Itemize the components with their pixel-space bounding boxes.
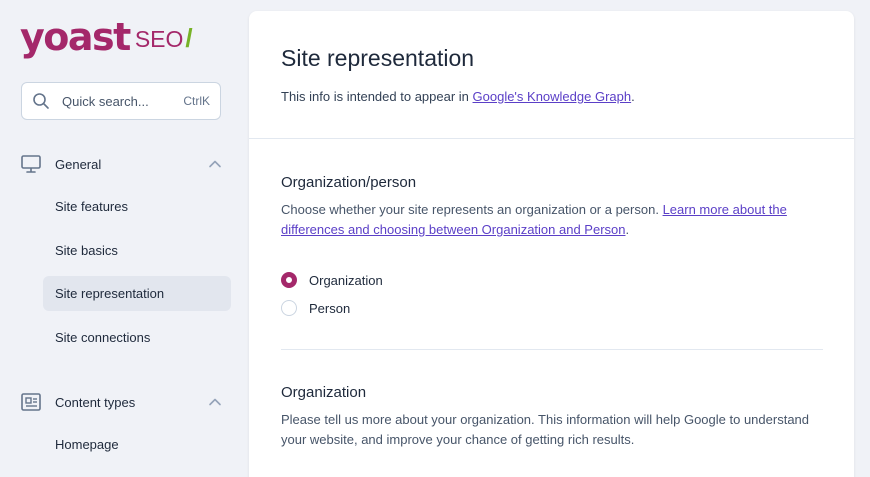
description-text: Choose whether your site represents an o…: [281, 202, 663, 217]
yoast-seo-logo[interactable]: yoast SEO /: [20, 8, 193, 56]
subtitle-text: This info is intended to appear in: [281, 89, 473, 104]
sidebar-group-label: General: [55, 156, 102, 172]
monitor-icon: [20, 153, 42, 175]
settings-card: Site representation This info is intende…: [249, 11, 854, 477]
radio-label[interactable]: Organization: [309, 273, 383, 288]
sidebar-item-site-connections[interactable]: Site connections: [43, 320, 231, 355]
sidebar-item-site-representation[interactable]: Site representation: [43, 276, 231, 311]
logo-slash: /: [185, 23, 193, 53]
sidebar-item-homepage[interactable]: Homepage: [43, 427, 231, 462]
search-shortcut: CtrlK: [183, 94, 210, 108]
search-icon: [32, 92, 50, 110]
radio-button[interactable]: [281, 300, 297, 316]
chevron-up-icon[interactable]: [208, 157, 222, 171]
subtitle-suffix: .: [631, 89, 635, 104]
radio-option-organization[interactable]: Organization: [281, 271, 383, 289]
sidebar-group-content-types[interactable]: Content types: [20, 390, 230, 414]
radio-option-person[interactable]: Person: [281, 299, 350, 317]
divider: [249, 138, 854, 139]
sidebar: yoast SEO / Quick search... CtrlK Genera…: [0, 0, 240, 477]
radio-button-selected[interactable]: [281, 272, 297, 288]
newspaper-icon: [20, 391, 42, 413]
search-placeholder: Quick search...: [62, 93, 149, 109]
sidebar-group-label: Content types: [55, 394, 136, 410]
sidebar-group-general[interactable]: General: [20, 152, 230, 176]
description-suffix: .: [625, 222, 630, 237]
logo-product: SEO: [134, 26, 184, 52]
section-description: Please tell us more about your organizat…: [281, 412, 810, 447]
section-title-organization: Organization: [281, 384, 367, 401]
section-divider: [281, 349, 823, 350]
page-subtitle: This info is intended to appear in Googl…: [281, 89, 635, 104]
radio-label[interactable]: Person: [309, 301, 350, 316]
page-title: Site representation: [281, 45, 475, 71]
chevron-up-icon[interactable]: [208, 395, 222, 409]
knowledge-graph-link[interactable]: Google's Knowledge Graph: [473, 89, 632, 104]
quick-search-input[interactable]: Quick search... CtrlK: [21, 82, 221, 120]
section-description: Choose whether your site represents an o…: [281, 200, 826, 240]
logo-wordmark: yoast: [20, 15, 131, 59]
sidebar-item-site-basics[interactable]: Site basics: [43, 233, 231, 268]
sidebar-item-site-features[interactable]: Site features: [43, 189, 231, 224]
section-title-organization-person: Organization/person: [281, 174, 417, 191]
